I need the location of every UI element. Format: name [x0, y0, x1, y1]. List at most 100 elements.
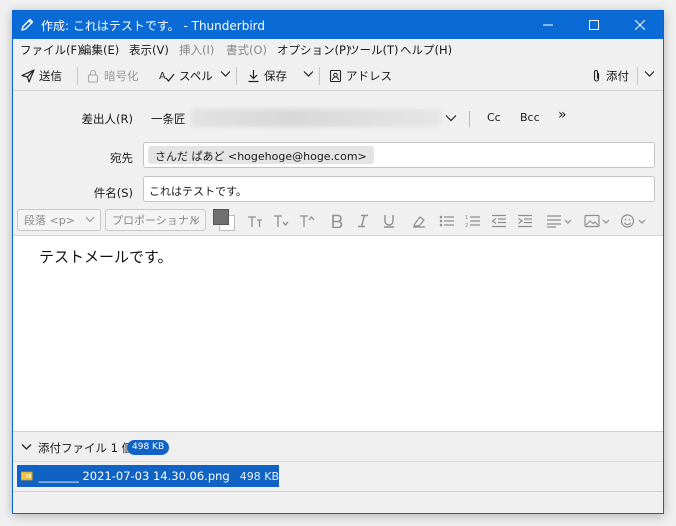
svg-text:1: 1 — [465, 215, 468, 221]
font-select-value: プロポーショナル — [112, 214, 200, 227]
svg-text:2: 2 — [465, 223, 468, 228]
indent-button[interactable] — [515, 211, 535, 231]
spell-dropdown-icon[interactable] — [220, 70, 231, 78]
save-label: 保存 — [264, 69, 287, 83]
remove-formatting-button[interactable] — [409, 211, 429, 231]
from-dropdown-icon[interactable] — [445, 114, 457, 122]
attachment-count: 添付ファイル 1 個 — [38, 441, 134, 455]
attachment-size-badge: 498 KB — [127, 440, 170, 455]
insert-emoji-button[interactable] — [619, 211, 649, 231]
attachment-list: _______ 2021-07-03 14.30.06.png 498 KB — [13, 461, 663, 491]
maximize-button[interactable] — [571, 11, 617, 39]
attachment-filename: _______ 2021-07-03 14.30.06.png — [38, 469, 230, 483]
cc-button[interactable]: Cc — [487, 111, 501, 124]
font-size-up-icon — [300, 215, 315, 227]
menu-bar: ファイル(F) 編集(E) 表示(V) 挿入(I) 書式(O) オプション(P)… — [13, 39, 663, 61]
font-size-smaller-button[interactable] — [245, 211, 265, 231]
attachment-pane-header[interactable]: 添付ファイル 1 個 498 KB — [13, 431, 663, 461]
more-recipients-button[interactable]: » — [558, 107, 567, 123]
attach-button[interactable]: 添付 — [591, 67, 629, 85]
header-divider — [469, 111, 470, 127]
toolbar-divider — [236, 67, 237, 85]
window-title: 作成: これはテストです。 - Thunderbird — [41, 19, 265, 33]
message-body-editor[interactable]: テストメールです。 — [13, 235, 663, 431]
font-size-decrease-button[interactable] — [271, 211, 291, 231]
menu-options[interactable]: オプション(P) — [277, 42, 350, 58]
subject-value: これはテストです。 — [149, 185, 247, 198]
paragraph-format-select[interactable]: 段落 <p> — [17, 209, 101, 231]
minimize-icon — [543, 24, 553, 26]
toolbar-divider — [319, 67, 320, 85]
address-book-button[interactable]: アドレス — [329, 67, 392, 85]
chevron-down-icon — [190, 216, 200, 223]
chevron-down-icon[interactable] — [21, 443, 32, 451]
subject-label: 件名(S) — [93, 186, 133, 200]
from-address-redacted — [191, 109, 441, 127]
paperclip-icon — [593, 70, 600, 82]
svg-text:A: A — [159, 71, 166, 82]
download-icon — [248, 70, 259, 83]
attach-label: 添付 — [606, 69, 629, 83]
underline-icon — [384, 215, 394, 228]
align-button[interactable] — [545, 211, 575, 231]
encrypt-label: 暗号化 — [104, 69, 139, 83]
bcc-button[interactable]: Bcc — [520, 111, 540, 124]
from-identity-select[interactable]: 一条匠 — [151, 111, 186, 127]
attachment-filesize: 498 KB — [239, 469, 279, 483]
menu-format[interactable]: 書式(O) — [226, 42, 267, 58]
smiley-icon — [620, 214, 646, 228]
status-bar — [13, 491, 663, 513]
address-label: アドレス — [346, 69, 392, 83]
attach-dropdown-icon[interactable] — [644, 70, 655, 78]
encrypt-button[interactable]: 暗号化 — [86, 67, 139, 85]
save-button[interactable]: 保存 — [247, 67, 287, 85]
minimize-button[interactable] — [525, 11, 571, 39]
bold-icon — [332, 214, 343, 228]
underline-button[interactable] — [379, 211, 399, 231]
recipient-pill[interactable]: さんだ ぱあど <hogehoge@hoge.com> — [148, 146, 374, 164]
pencil-icon — [21, 18, 34, 31]
align-left-icon — [547, 215, 572, 228]
font-size-increase-button[interactable] — [297, 211, 317, 231]
attachment-item[interactable]: _______ 2021-07-03 14.30.06.png 498 KB — [17, 465, 279, 487]
send-icon — [21, 69, 35, 83]
message-body-text: テストメールです。 — [39, 248, 173, 266]
spellcheck-icon: A — [159, 71, 175, 82]
to-field[interactable]: さんだ ぱあど <hogehoge@hoge.com> — [143, 142, 655, 168]
insert-image-button[interactable] — [583, 211, 613, 231]
italic-icon — [358, 214, 368, 228]
color-picker[interactable] — [213, 209, 235, 231]
toolbar-divider — [637, 67, 638, 85]
bold-button[interactable] — [327, 211, 347, 231]
italic-button[interactable] — [353, 211, 373, 231]
text-color-swatch[interactable] — [213, 209, 229, 225]
bulleted-list-button[interactable] — [437, 211, 457, 231]
toolbar-divider — [77, 67, 78, 85]
menu-help[interactable]: ヘルプ(H) — [400, 42, 452, 58]
font-size-down-icon — [274, 215, 289, 227]
menu-insert[interactable]: 挿入(I) — [179, 42, 214, 58]
subject-field[interactable]: これはテストです。 — [143, 176, 655, 202]
font-select[interactable]: プロポーショナル — [105, 209, 206, 231]
bulleted-list-icon — [439, 215, 454, 227]
menu-tools[interactable]: ツール(T) — [348, 42, 399, 58]
compose-window: 作成: これはテストです。 - Thunderbird ファイル(F) 編集(E… — [12, 10, 664, 514]
outdent-button[interactable] — [489, 211, 509, 231]
close-button[interactable] — [617, 11, 663, 39]
from-label: 差出人(R) — [81, 112, 133, 126]
menu-file[interactable]: ファイル(F) — [20, 42, 82, 58]
to-label: 宛先 — [110, 151, 133, 165]
eraser-icon — [413, 216, 425, 228]
spell-label: スペル — [179, 69, 213, 83]
maximize-icon — [589, 20, 599, 30]
menu-edit[interactable]: 編集(E) — [80, 42, 119, 58]
save-dropdown-icon[interactable] — [303, 70, 314, 78]
send-button[interactable]: 送信 — [21, 67, 62, 85]
image-icon — [584, 214, 610, 228]
spell-button[interactable]: A スペル — [159, 67, 213, 85]
lock-icon — [87, 69, 99, 83]
numbered-list-button[interactable]: 12 — [463, 211, 483, 231]
menu-view[interactable]: 表示(V) — [129, 42, 169, 58]
chevron-down-icon — [85, 216, 95, 223]
compose-toolbar: 送信 暗号化 A スペル 保存 アドレス 添付 — [13, 61, 663, 91]
